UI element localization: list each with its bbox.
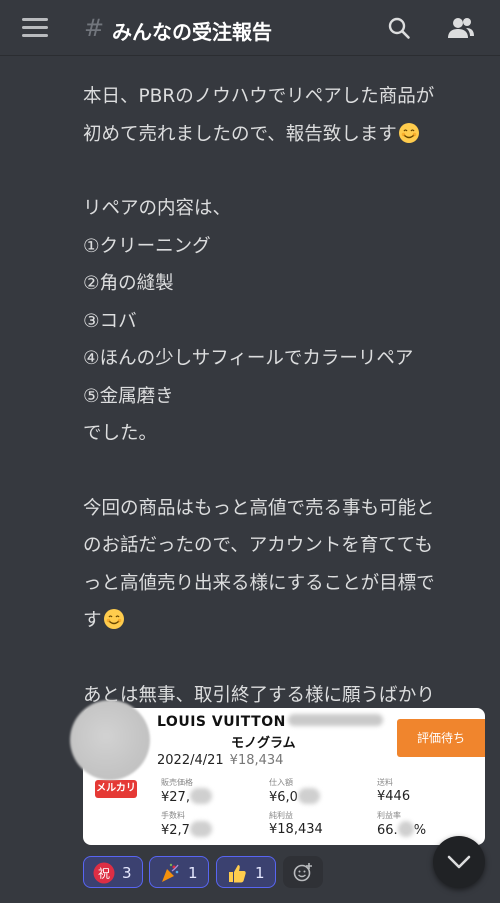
message-line: ②角の縫製 xyxy=(83,273,174,294)
party-popper-icon xyxy=(162,863,179,882)
message-line: 初めて売れましたので、報告致します xyxy=(83,116,483,154)
brand-name: LOUIS VUITTON xyxy=(157,714,286,730)
rating-pending-button[interactable]: 評価待ち xyxy=(397,719,485,757)
search-icon[interactable] xyxy=(387,16,411,40)
profit-cell: 純利益 ¥18,434 xyxy=(269,811,323,837)
blurred-avatar xyxy=(70,700,150,780)
channel-header: # みんなの受注報告 xyxy=(0,0,500,56)
message-line: ⑤金属磨き xyxy=(83,385,174,407)
channel-hash-icon: # xyxy=(84,14,105,42)
message-line: のお話だったので、アカウントを育てても xyxy=(83,535,433,556)
reaction-party-popper[interactable]: 1 xyxy=(149,856,209,888)
channel-title: みんなの受注報告 xyxy=(112,20,272,44)
message-line: 本日、PBRのノウハウでリペアした商品が xyxy=(83,86,435,107)
hamburger-menu-icon[interactable] xyxy=(22,18,48,38)
purchase-cell: 仕入額 ¥6,0 xyxy=(269,778,320,807)
message-line: っと高値売り出来る様にすることが目標で xyxy=(83,572,435,594)
sale-price-cell: 販売価格 ¥27, xyxy=(161,778,212,807)
celebration-kanji-icon: 祝 xyxy=(93,862,115,884)
reaction-celebration[interactable]: 祝 3 xyxy=(83,856,143,888)
message-line: 今回の商品はもっと高値で売る事も可能と xyxy=(83,497,435,519)
add-reaction-button[interactable] xyxy=(283,856,323,888)
margin-cell: 利益率 66.% xyxy=(377,811,427,838)
scroll-to-bottom-button[interactable] xyxy=(433,836,485,888)
model-name: モノグラム xyxy=(231,736,296,751)
message-line: ④ほんの少しサフィールでカラーリペア xyxy=(83,348,414,369)
message-body: 本日、PBRのノウハウでリペアした商品が 初めて売れましたので、報告致します リ… xyxy=(83,78,483,752)
message-line: リペアの内容は、 xyxy=(83,198,232,219)
add-reaction-icon xyxy=(293,863,312,882)
blurred-region xyxy=(288,714,383,726)
thumbs-up-icon xyxy=(229,865,246,883)
reaction-thumbs-up[interactable]: 1 xyxy=(216,856,276,888)
message-line: す xyxy=(83,602,483,640)
message-line: でした。 xyxy=(83,423,158,444)
fee-cell: 手数料 ¥2,7 xyxy=(161,811,212,840)
svg-text:祝: 祝 xyxy=(98,867,110,881)
smiling-face-icon xyxy=(103,609,124,629)
sale-date: 2022/4/21 ¥18,434 xyxy=(157,753,284,768)
message-line: ①クリーニング xyxy=(83,235,211,257)
chevron-down-icon xyxy=(447,855,471,869)
smiling-face-icon xyxy=(398,122,419,143)
shipping-cell: 送料 ¥446 xyxy=(377,778,411,804)
members-icon[interactable] xyxy=(446,16,476,40)
mercari-badge: メルカリ xyxy=(95,780,137,798)
message-line: ③コバ xyxy=(83,310,137,332)
